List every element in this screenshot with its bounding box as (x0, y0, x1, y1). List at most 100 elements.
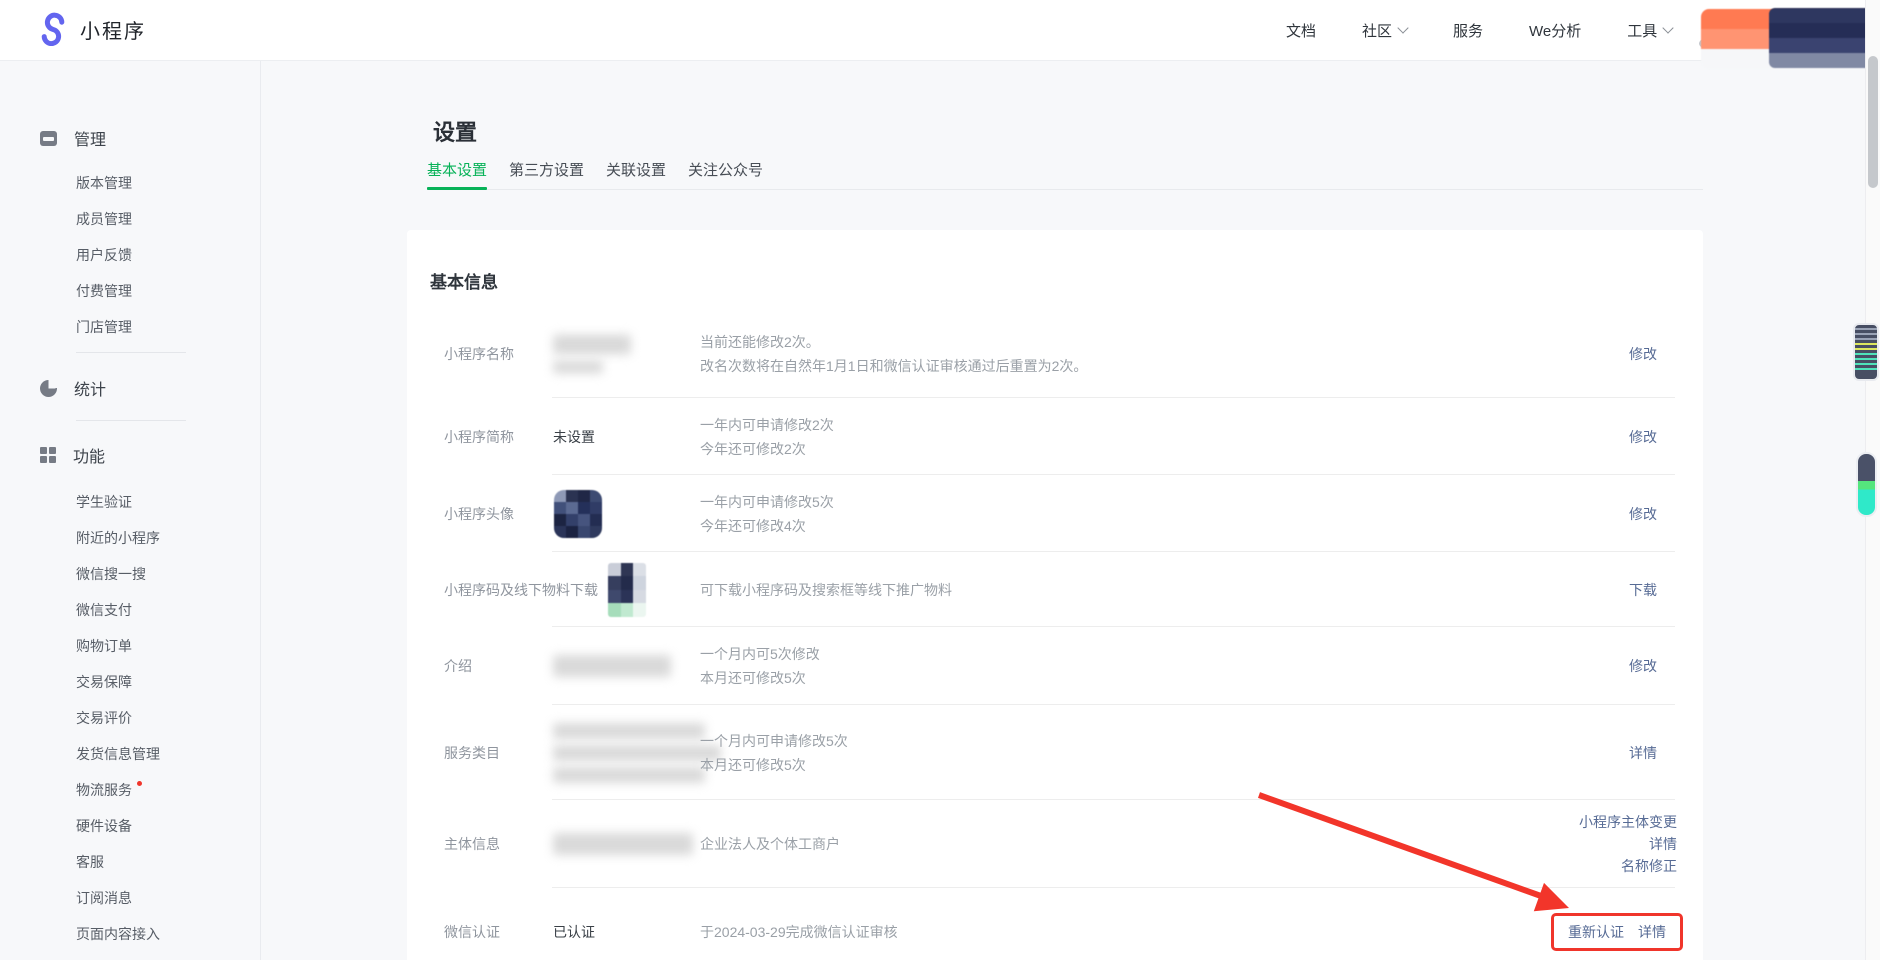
sidebar-section-label: 统计 (74, 376, 106, 400)
row-actions: 小程序主体变更详情名称修正 (1579, 811, 1677, 877)
card-section-title: 基本信息 (430, 268, 498, 293)
sidebar-item-label: 微信搜一搜 (76, 566, 146, 582)
settings-row-wechat-verification: 微信认证已认证于2024-03-29完成微信认证审核重新认证详情 (407, 888, 1703, 960)
row-desc-line: 可下载小程序码及搜索框等线下推广物料 (700, 578, 952, 602)
settings-row-service-category: 服务类目一个月内可申请修改5次本月还可修改5次详情 (407, 705, 1703, 800)
sidebar-item-shopping-orders[interactable]: 购物订单 (76, 628, 250, 664)
row-desc-line: 企业法人及个体工商户 (700, 832, 840, 856)
sidebar-item-wechat-pay[interactable]: 微信支付 (76, 592, 250, 628)
blur-bar (553, 361, 603, 374)
action-link[interactable]: 修改 (1629, 427, 1657, 447)
row-label: 微信认证 (444, 922, 500, 942)
sidebar-item-transaction-reviews[interactable]: 交易评价 (76, 700, 250, 736)
nav-item-community[interactable]: 社区 (1362, 20, 1407, 41)
sidebar-section-management[interactable]: 管理 (40, 124, 106, 152)
sidebar-section-statistics[interactable]: 统计 (40, 374, 106, 402)
sidebar-item-payment-management[interactable]: 付费管理 (76, 273, 250, 309)
action-link[interactable]: 重新认证 (1568, 922, 1624, 942)
sidebar-divider (76, 420, 186, 421)
blur-bar (553, 655, 671, 677)
top-header: 小程序 文档 社区 服务 We分析 工具 (0, 0, 1880, 61)
stripe-indicator-widget (1853, 323, 1879, 381)
row-actions: 下载 (1629, 580, 1657, 600)
logo-text: 小程序 (80, 15, 146, 44)
sidebar-item-student-verification[interactable]: 学生验证 (76, 484, 250, 520)
sidebar-item-hardware-devices[interactable]: 硬件设备 (76, 808, 250, 844)
sidebar-item-user-feedback[interactable]: 用户反馈 (76, 237, 250, 273)
sidebar-item-version-management[interactable]: 版本管理 (76, 165, 250, 201)
sidebar-item-label: 客服 (76, 854, 104, 870)
nav-item-we-analytics[interactable]: We分析 (1529, 20, 1581, 41)
top-nav: 文档 社区 服务 We分析 工具 (1286, 0, 1672, 60)
row-value: 未设置 (553, 427, 595, 447)
settings-row-mini-program-abbreviation: 小程序简称未设置一年内可申请修改2次今年还可修改2次修改 (407, 398, 1703, 475)
row-label: 小程序头像 (444, 504, 514, 524)
row-label: 主体信息 (444, 834, 500, 854)
nav-item-docs[interactable]: 文档 (1286, 20, 1316, 41)
tab-followed-official-account[interactable]: 关注公众号 (688, 161, 763, 189)
row-desc: 可下载小程序码及搜索框等线下推广物料 (700, 578, 952, 602)
page-title: 设置 (433, 115, 477, 147)
sidebar-list-features: 学生验证附近的小程序微信搜一搜微信支付购物订单交易保障交易评价发货信息管理物流服… (76, 484, 250, 952)
action-link[interactable]: 名称修正 (1621, 855, 1677, 877)
sidebar-item-label: 附近的小程序 (76, 530, 160, 546)
mini-program-console: 小程序 文档 社区 服务 We分析 工具 管理版本管理成员管理用户反馈付费管理门店管理统… (0, 0, 1880, 960)
mini-program-avatar-image (554, 490, 602, 538)
action-link[interactable]: 小程序主体变更 (1579, 811, 1677, 833)
action-link[interactable]: 修改 (1629, 656, 1657, 676)
logo[interactable]: 小程序 (36, 12, 146, 46)
row-label: 小程序简称 (444, 427, 514, 447)
sidebar-item-label: 微信支付 (76, 602, 132, 618)
settings-row-introduction: 介绍一个月内可5次修改本月还可修改5次修改 (407, 627, 1703, 705)
row-label: 小程序码及线下物料下载 (444, 580, 598, 600)
row-label: 小程序名称 (444, 344, 514, 364)
account-avatar[interactable] (1769, 8, 1880, 68)
nav-item-service[interactable]: 服务 (1453, 20, 1483, 41)
sidebar-item-member-management[interactable]: 成员管理 (76, 201, 250, 237)
sidebar-item-customer-service[interactable]: 客服 (76, 844, 250, 880)
red-dot-badge (137, 781, 142, 786)
sidebar-section-features[interactable]: 功能 (40, 441, 105, 469)
blur-bar (553, 767, 705, 783)
sidebar-item-wechat-search[interactable]: 微信搜一搜 (76, 556, 250, 592)
sidebar-item-label: 购物订单 (76, 638, 132, 654)
action-link[interactable]: 详情 (1649, 833, 1677, 855)
row-actions: 修改 (1629, 656, 1657, 676)
action-link[interactable]: 详情 (1629, 743, 1657, 763)
row-desc: 于2024-03-29完成微信认证审核 (700, 920, 898, 944)
blur-bar (553, 335, 631, 355)
sidebar-section-label: 功能 (73, 443, 105, 467)
action-link[interactable]: 修改 (1629, 344, 1657, 364)
sidebar-item-logistics-services[interactable]: 物流服务 (76, 772, 250, 808)
tab-linked-settings[interactable]: 关联设置 (606, 161, 666, 189)
sidebar-item-label: 版本管理 (76, 175, 132, 191)
sidebar-item-nearby-mini-programs[interactable]: 附近的小程序 (76, 520, 250, 556)
action-link[interactable]: 修改 (1629, 504, 1657, 524)
sidebar-item-label: 成员管理 (76, 211, 132, 227)
row-desc: 一年内可申请修改5次今年还可修改4次 (700, 490, 834, 538)
row-desc-line: 本月还可修改5次 (700, 753, 848, 777)
scrollbar-thumb[interactable] (1868, 56, 1878, 188)
row-desc-line: 当前还能修改2次。 (700, 330, 1087, 354)
blurred-value (553, 335, 631, 374)
sidebar-item-page-content-access[interactable]: 页面内容接入 (76, 916, 250, 952)
tray-icon (40, 131, 57, 146)
tabs: 基本设置第三方设置关联设置关注公众号 (427, 161, 763, 189)
row-desc-line: 于2024-03-29完成微信认证审核 (700, 920, 898, 944)
row-desc-line: 一年内可申请修改2次 (700, 413, 834, 437)
sidebar-item-shipping-info-management[interactable]: 发货信息管理 (76, 736, 250, 772)
action-link[interactable]: 下载 (1629, 580, 1657, 600)
blur-bar (553, 745, 721, 761)
nav-item-tools[interactable]: 工具 (1627, 20, 1672, 41)
sidebar-item-transaction-guarantee[interactable]: 交易保障 (76, 664, 250, 700)
tab-basic-settings[interactable]: 基本设置 (427, 161, 487, 189)
action-link[interactable]: 详情 (1638, 922, 1666, 942)
chevron-down-icon (1663, 22, 1674, 33)
tab-third-party-settings[interactable]: 第三方设置 (509, 161, 584, 189)
row-desc-line: 一个月内可申请修改5次 (700, 729, 848, 753)
sidebar-item-store-management[interactable]: 门店管理 (76, 309, 250, 345)
blurred-value (553, 833, 693, 855)
settings-row-entity-info: 主体信息 企业法人及个体工商户 小程序主体变更详情名称修正 (407, 800, 1703, 888)
sidebar-item-subscribe-messages[interactable]: 订阅消息 (76, 880, 250, 916)
sidebar-item-label: 发货信息管理 (76, 746, 160, 762)
